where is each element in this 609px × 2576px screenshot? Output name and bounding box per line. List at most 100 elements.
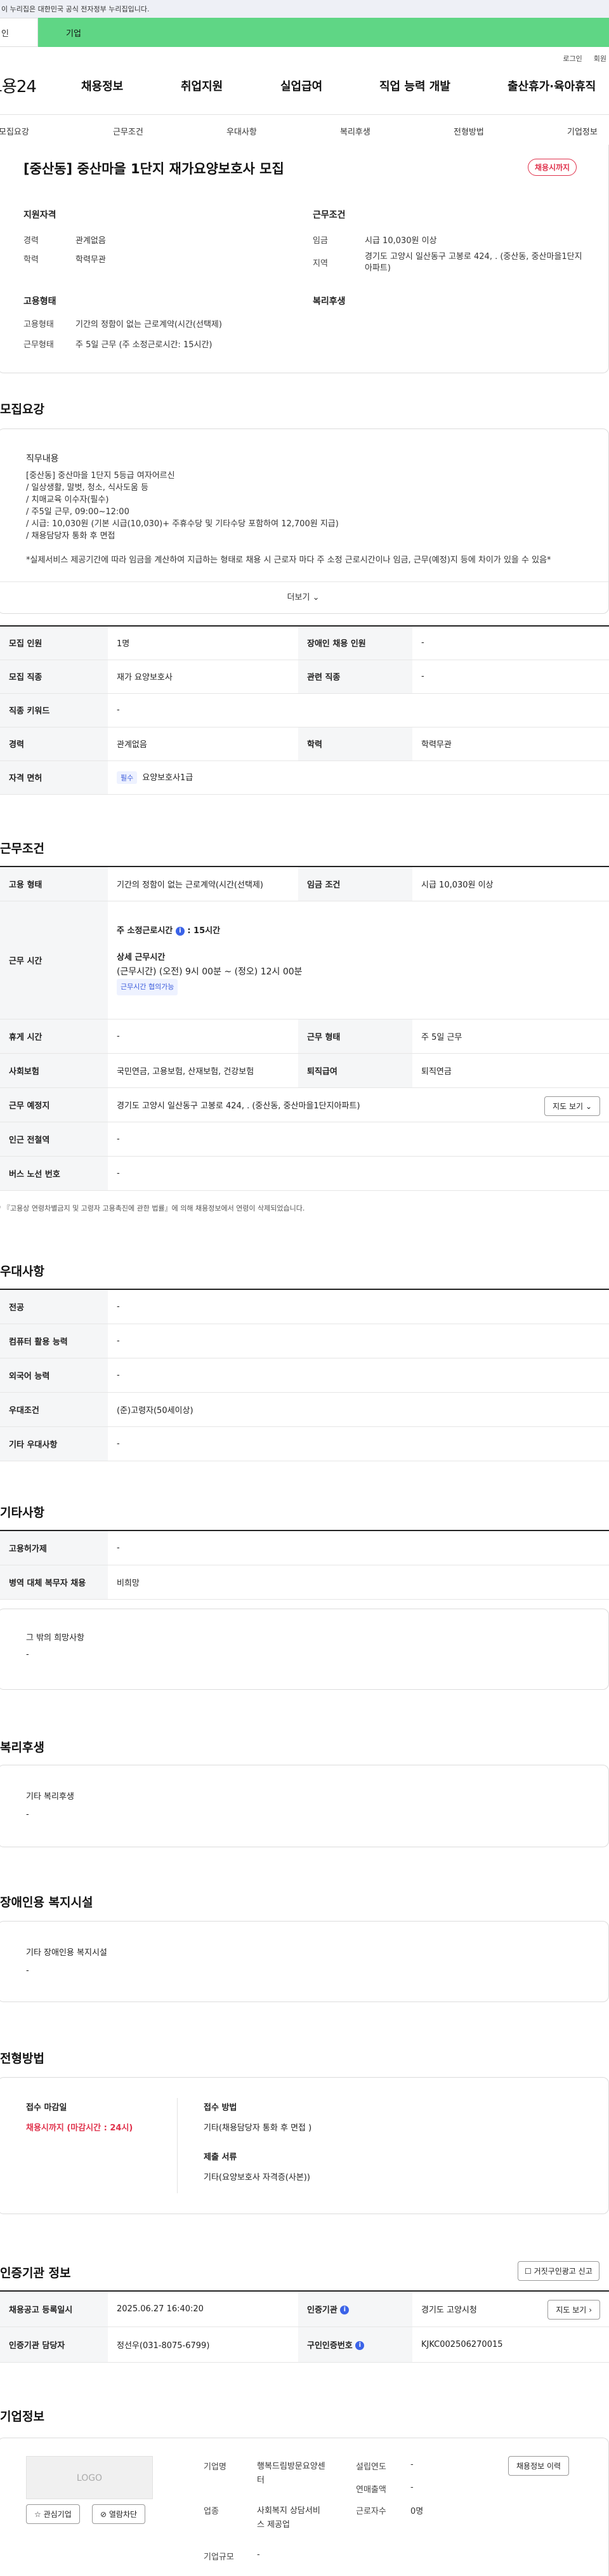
subnav-company[interactable]: 기업정보 (567, 125, 598, 137)
tab-company[interactable]: 기업 (38, 18, 609, 47)
career-label: 경력 (23, 236, 39, 246)
row-value: 재가 요양보호사 (108, 659, 298, 694)
row-label: 자격 면허 (0, 760, 108, 795)
row-label: 근무 형태 (298, 1018, 412, 1054)
map-button-label: 지도 보기 (553, 1101, 584, 1111)
job-history-button[interactable]: 채용정보 이력 (508, 2456, 570, 2476)
education-value: 학력무관 (75, 255, 106, 265)
tab-individual[interactable]: 인 (0, 18, 38, 47)
gnb-item-parental-leave[interactable]: 출산휴가·육아휴직 (508, 77, 596, 94)
work-table: 고용 형태 기간의 정함이 없는 근로계약(시간(선택제) 임금 조건 시급 1… (0, 866, 609, 1191)
interest-company-button[interactable]: ☆ 관심기업 (26, 2504, 80, 2524)
gnb-item-vocational-training[interactable]: 직업 능력 개발 (379, 77, 450, 94)
gnb-item-employment-support[interactable]: 취업지원 (181, 77, 223, 94)
row-label: 외국어 능력 (0, 1357, 108, 1393)
job-desc-body: [중산동] 중산마을 1단지 5등급 여자어르신 / 일상생활, 말벗, 청소, … (26, 470, 572, 566)
job-desc-line: / 채용담당자 통화 후 면접 (26, 531, 115, 541)
report-false-ad-button[interactable]: ☐ 거짓구인광고 신고 (518, 2261, 599, 2281)
conditions-title: 근무조건 (313, 210, 346, 220)
region-value: 경기도 고양시 일산동구 고봉로 424, . (중산동, 중산마을1단지아파트… (365, 252, 582, 273)
disability-card: 기타 장애인용 복지시설 - (0, 1921, 609, 2002)
subnav-selection[interactable]: 전형방법 (454, 125, 484, 137)
row-label: 채용공고 등록일시 (0, 2290, 108, 2327)
row-label: 인증기관 i (298, 2290, 412, 2327)
subnav-recruit[interactable]: 모집요강 (0, 125, 29, 137)
subnav-work-conditions[interactable]: 근무조건 (113, 125, 143, 137)
site-logo[interactable]: 고용24 (0, 74, 37, 97)
license-value: 요양보호사1급 (142, 773, 193, 783)
row-label: 기타 우대사항 (0, 1426, 108, 1461)
report-icon: ☐ (525, 2267, 532, 2276)
career-value: 관계없음 (75, 236, 106, 246)
welfare-title: 복리후생 (313, 296, 346, 307)
info-icon[interactable]: i (175, 926, 185, 936)
row-value: - (108, 1018, 298, 1054)
block-label: 열람차단 (108, 2510, 138, 2519)
row-value: - (108, 1323, 609, 1358)
global-nav: 고용24 채용정보 취업지원 실업급여 직업 능력 개발 출산휴가·육아휴직 (0, 70, 609, 99)
sales-value: - (410, 2483, 414, 2492)
gnb-item-unemployment-benefit[interactable]: 실업급여 (280, 77, 322, 94)
row-label: 퇴직급여 (298, 1052, 412, 1088)
row-label: 구인인증번호 i (298, 2326, 412, 2363)
signup-link[interactable]: 회원 (594, 53, 606, 63)
detail-hours-value: (근무시간) (오전) 9시 00분 ~ (정오) 12시 00분 (117, 967, 303, 977)
education-label: 학력 (23, 255, 39, 265)
employees-label: 근로자수 (356, 2507, 386, 2516)
hours-cell: 주 소정근로시간 i : 15시간 상세 근무시간 (근무시간) (오전) 9시… (108, 900, 609, 1019)
chevron-down-icon: ⌄ (585, 1101, 592, 1111)
row-value: 1명 (108, 625, 298, 660)
agency-cell: 경기도 고양시청 지도 보기 › (412, 2290, 609, 2327)
user-type-tabs: 인 기업 (0, 18, 609, 47)
map-button[interactable]: 지도 보기 ⌄ (544, 1096, 600, 1116)
other-wishes-value: - (26, 1650, 29, 1659)
region-label: 지역 (313, 259, 328, 269)
negotiable-chip: 근무시간 협의가능 (117, 979, 178, 995)
chevron-down-icon: ⌄ (312, 593, 320, 602)
more-button-label: 더보기 (287, 593, 310, 602)
welfare-etc-title: 기타 복리후생 (26, 1792, 74, 1802)
row-value: - (108, 1426, 609, 1461)
row-label: 인증기관 담당자 (0, 2326, 108, 2363)
login-link[interactable]: 로그인 (563, 53, 582, 63)
required-chip: 필수 (117, 771, 138, 784)
row-value: 국민연금, 고용보험, 산재보험, 건강보험 (108, 1052, 298, 1088)
row-label: 사회보험 (0, 1052, 108, 1088)
job-desc-line (26, 542, 572, 554)
row-value: 정선우(031-8075-6799) (108, 2326, 298, 2363)
detail-hours-title: 상세 근무시간 (117, 953, 166, 962)
subnav-welfare[interactable]: 복리후생 (340, 125, 370, 137)
agency-map-button[interactable]: 지도 보기 › (547, 2300, 600, 2320)
star-icon: ☆ (34, 2510, 41, 2519)
job-desc-line: / 치매교육 이수자(필수) (26, 495, 109, 505)
row-label: 병역 대체 복무자 채용 (0, 1564, 108, 1600)
interest-label: 관심기업 (43, 2510, 72, 2519)
chevron-right-icon: › (589, 2306, 592, 2314)
agency-value: 경기도 고양시청 (421, 2305, 477, 2315)
row-value: - (108, 1357, 609, 1393)
row-label: 휴게 시간 (0, 1018, 108, 1054)
company-name-label: 기업명 (204, 2462, 226, 2472)
row-value: 비희망 (108, 1564, 609, 1600)
row-value: - (108, 1121, 609, 1157)
info-icon[interactable]: i (340, 2306, 350, 2315)
founded-value: - (410, 2460, 414, 2469)
gnb-item-jobs[interactable]: 채용정보 (81, 77, 123, 94)
deadline-title: 접수 마감일 (26, 2103, 67, 2113)
block-view-button[interactable]: ⊘ 열람차단 (92, 2504, 146, 2524)
welfare-etc-value: - (26, 1810, 29, 1819)
subnav-preference[interactable]: 우대사항 (226, 125, 257, 137)
info-icon[interactable]: i (355, 2341, 365, 2350)
preference-table: 전공 - 컴퓨터 활용 능력 - 외국어 능력 - 우대조건 (준)고령자(50세이상)… (0, 1289, 609, 1461)
more-button[interactable]: 더보기 ⌄ (0, 581, 608, 613)
gov-notice: 이 누리집은 대한민국 공식 전자정부 누리집입니다. (0, 0, 609, 18)
wage-label: 임금 (313, 236, 328, 246)
row-label: 모집 직종 (0, 659, 108, 694)
deadline-value: 채용시까지 (마감시간 : 24시) (26, 2123, 133, 2133)
job-desc-line: *실제서비스 제공기간에 따라 임금을 계산하여 지급하는 형태로 채용 시 근… (26, 555, 551, 565)
work-type-label: 근무형태 (23, 340, 54, 350)
selection-section-title: 전형방법 (0, 2052, 44, 2066)
disability-etc-value: - (26, 1966, 29, 1975)
row-label: 학력 (298, 726, 412, 761)
status-badge: 채용시까지 (528, 159, 577, 176)
